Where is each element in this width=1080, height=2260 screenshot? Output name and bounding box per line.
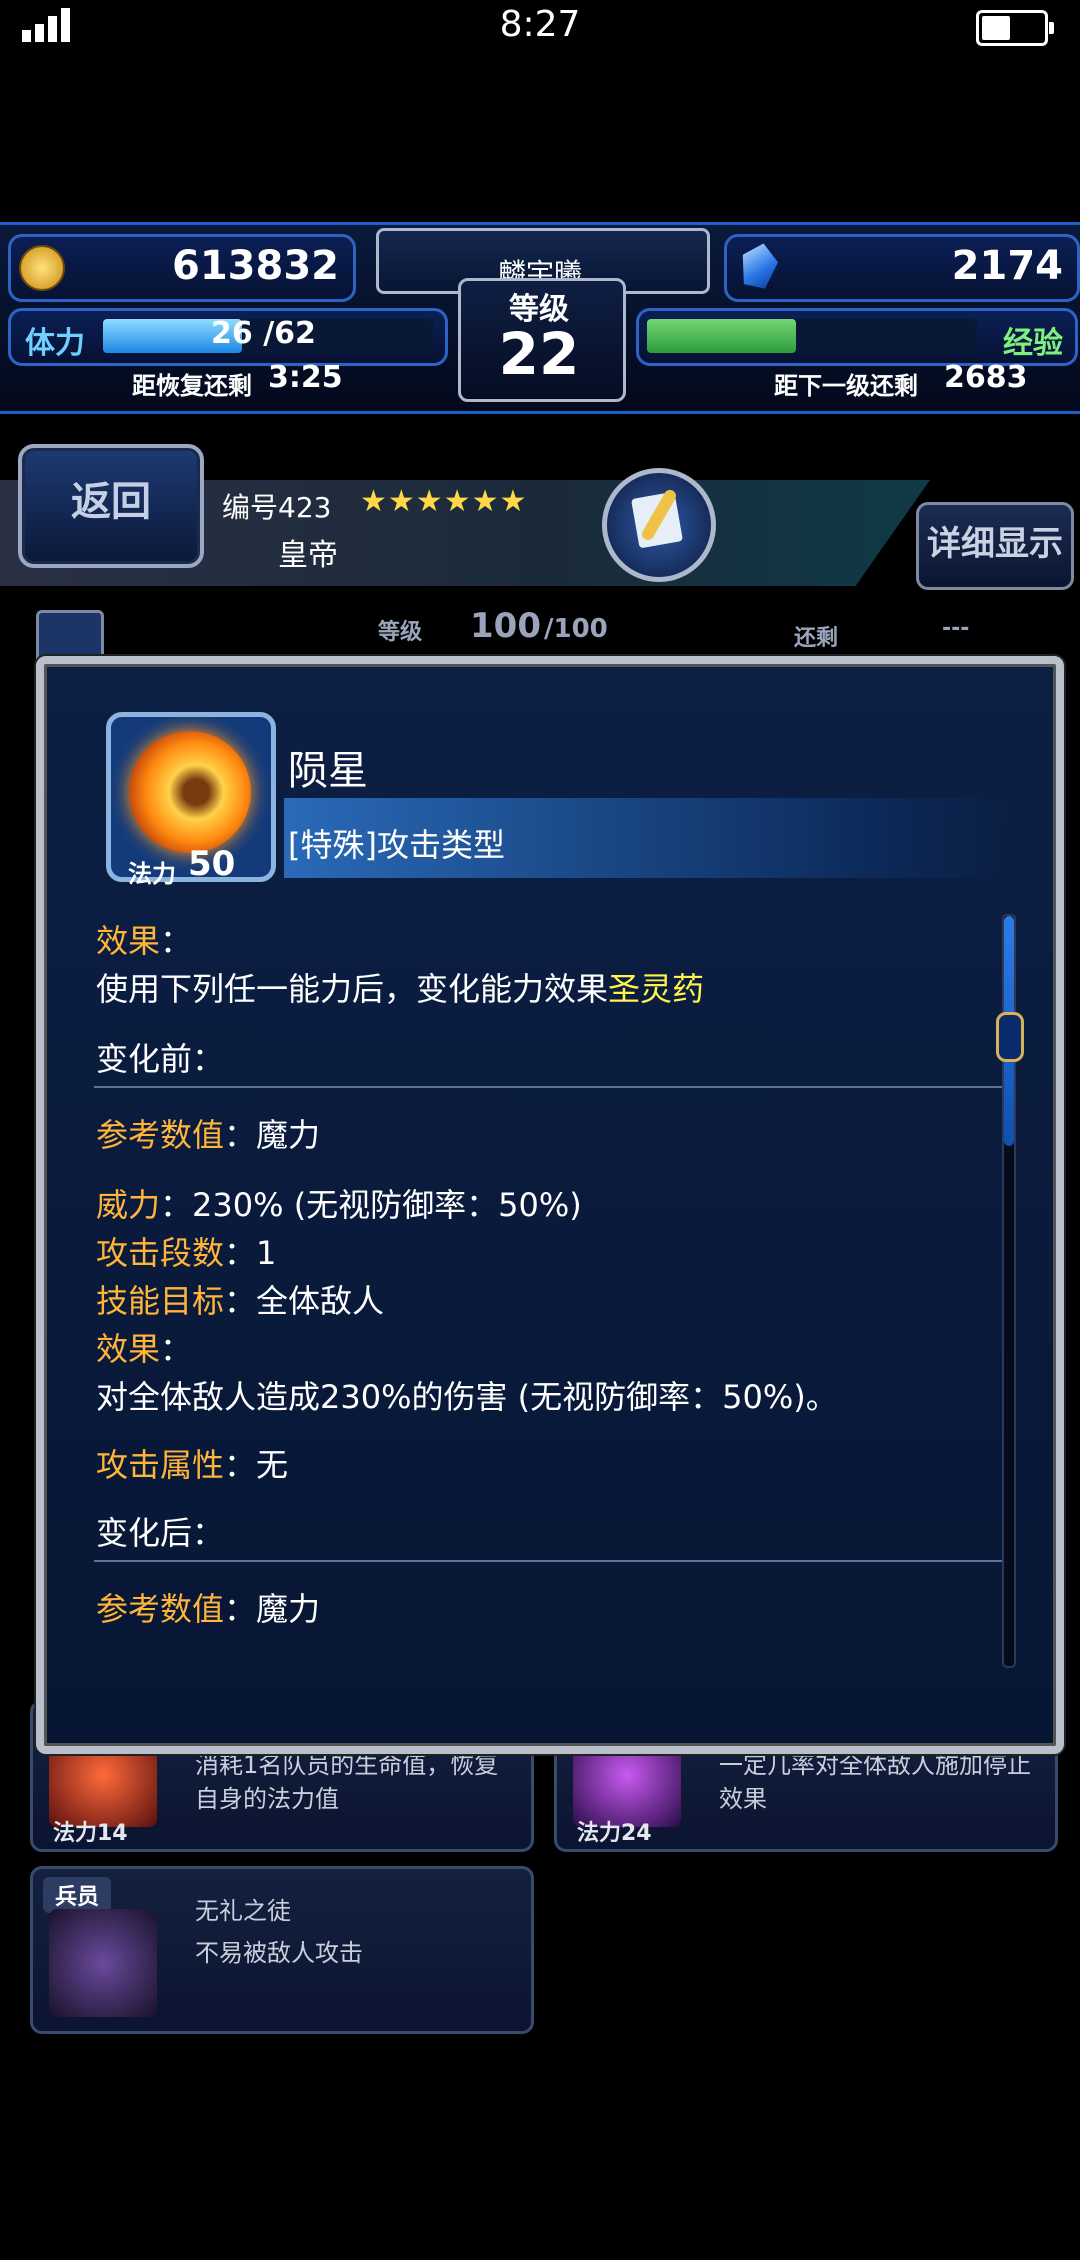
exp-remain-value: --- bbox=[942, 616, 970, 641]
ability-mp-value: 50 bbox=[188, 844, 236, 884]
battery-icon bbox=[976, 10, 1054, 46]
ref-stat-line: 参考数值：魔力 bbox=[96, 1116, 321, 1154]
unit-number: 编号423 bbox=[222, 491, 332, 524]
ability-card-3-title: 无礼之徒 bbox=[195, 1897, 291, 1925]
clock: 8:27 bbox=[499, 4, 581, 45]
before-heading: 变化前： bbox=[96, 1040, 225, 1078]
after-heading: 变化后： bbox=[96, 1514, 225, 1552]
exp-label: 经验 bbox=[1003, 326, 1063, 361]
gem-panel: 2174 bbox=[724, 234, 1080, 302]
exp-bar-track bbox=[647, 319, 977, 353]
stamina-value: 26 /62 bbox=[211, 316, 316, 351]
stamina-label: 体力 bbox=[25, 326, 85, 361]
player-level: 22 bbox=[498, 320, 580, 388]
ability-type: [特殊]攻击类型 bbox=[288, 826, 505, 864]
status-bar: 8:27 bbox=[0, 0, 1080, 60]
ability-card-2-mp: 法力24 bbox=[577, 1821, 652, 1846]
ability-mp-label: 法力 bbox=[128, 860, 176, 888]
divider bbox=[94, 1560, 1004, 1562]
scrollbar-thumb[interactable] bbox=[996, 1012, 1024, 1062]
hits-line: 攻击段数：1 bbox=[96, 1234, 277, 1272]
gil-panel: 613832 bbox=[8, 234, 356, 302]
recover-label: 距恢复还剩 bbox=[132, 372, 252, 400]
gem-icon bbox=[737, 240, 781, 291]
scrollbar-track[interactable] bbox=[996, 914, 1024, 1668]
effect2-text: 对全体敌人造成230%的伤害 (无视防御率：50%)。 bbox=[96, 1378, 838, 1416]
ability-card-3-icon bbox=[49, 1909, 157, 2017]
ref-stat-line-after: 参考数值：魔力 bbox=[96, 1590, 321, 1628]
unit-level-label: 等级 bbox=[378, 620, 423, 645]
unit-level-max: /100 bbox=[544, 614, 608, 644]
stamina-panel: 体力 26 /62 bbox=[8, 308, 448, 366]
ability-card-3[interactable]: 兵员 无礼之徒 不易被敌人攻击 bbox=[30, 1866, 534, 2034]
ability-name: 陨星 bbox=[288, 748, 368, 794]
ability-card-1-desc-2: 自身的法力值 bbox=[195, 1785, 339, 1813]
target-line: 技能目标：全体敌人 bbox=[96, 1282, 385, 1320]
exp-remain-label: 还剩 bbox=[794, 626, 839, 651]
detail-button[interactable]: 详细显示 bbox=[916, 502, 1074, 590]
exp-bar-fill bbox=[647, 319, 796, 353]
power-line: 威力：230% (无视防御率：50%) bbox=[96, 1186, 582, 1224]
effect2-heading: 效果： bbox=[96, 1330, 193, 1368]
exp-panel: 经验 bbox=[636, 308, 1078, 366]
unit-name: 皇帝 bbox=[278, 538, 338, 573]
unit-rarity-stars: ★★★★★★ bbox=[360, 484, 528, 519]
gil-amount: 613832 bbox=[172, 243, 339, 289]
gem-amount: 2174 bbox=[951, 243, 1063, 289]
unit-level-value: 100 bbox=[470, 606, 541, 646]
back-button[interactable]: 返回 bbox=[18, 444, 204, 568]
meteor-icon bbox=[129, 731, 251, 853]
divider bbox=[94, 1086, 1004, 1088]
element-line: 攻击属性：无 bbox=[96, 1446, 289, 1484]
effect-heading: 效果： bbox=[96, 922, 193, 960]
effect-text: 使用下列任一能力后，变化能力效果圣灵药 bbox=[96, 970, 705, 1008]
ability-card-2-desc-2: 效果 bbox=[719, 1785, 767, 1813]
ability-detail-dialog: 法力 50 陨星 [特殊]攻击类型 效果： 使用下列任一能力后，变化能力效果圣灵… bbox=[36, 656, 1064, 1754]
next-level-value: 2683 bbox=[944, 360, 1028, 395]
ability-card-3-tag: 兵员 bbox=[43, 1877, 112, 1913]
ability-card-1-mp: 法力14 bbox=[53, 1821, 128, 1846]
ability-card-3-desc: 不易被敌人攻击 bbox=[195, 1939, 363, 1967]
gil-coin-icon bbox=[19, 245, 65, 291]
unit-info-icon[interactable] bbox=[602, 468, 716, 582]
recover-time: 3:25 bbox=[268, 360, 343, 395]
next-level-label: 距下一级还剩 bbox=[774, 372, 918, 400]
